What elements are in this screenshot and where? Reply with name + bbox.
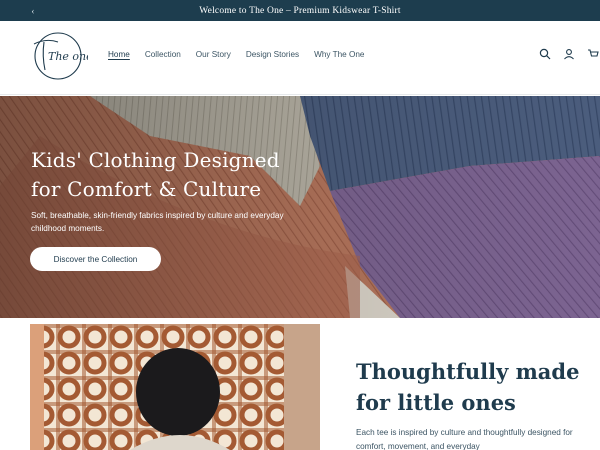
nav-item-our-story[interactable]: Our Story <box>196 50 231 59</box>
hero-title: Kids' Clothing Designed for Comfort & Cu… <box>31 146 321 204</box>
site-header: The one Home Collection Our Story Design… <box>0 21 600 95</box>
nav-item-collection[interactable]: Collection <box>145 50 181 59</box>
cart-icon[interactable] <box>586 47 600 61</box>
account-icon[interactable] <box>562 47 576 61</box>
hero-title-line-2: for Comfort & Culture <box>31 177 262 201</box>
hero-fabric-image <box>0 96 600 318</box>
hero-banner: Kids' Clothing Designed for Comfort & Cu… <box>0 96 600 318</box>
section-title: Thoughtfully made for little ones <box>356 356 586 418</box>
logo-text: The one <box>48 50 88 63</box>
section-body: Each tee is inspired by culture and thou… <box>356 428 573 450</box>
header-icons <box>538 47 600 61</box>
nav-item-home[interactable]: Home <box>108 50 130 59</box>
main-nav: Home Collection Our Story Design Stories… <box>108 50 364 59</box>
search-icon[interactable] <box>538 47 552 61</box>
discover-collection-button[interactable]: Discover the Collection <box>30 247 161 271</box>
announcement-bar: ‹ Welcome to The One – Premium Kidswear … <box>0 0 600 21</box>
child-lattice-photo <box>30 324 320 450</box>
hero-title-line-1: Kids' Clothing Designed <box>31 148 280 172</box>
announcement-text: Welcome to The One – Premium Kidswear T-… <box>199 5 401 16</box>
nav-item-why-the-one[interactable]: Why The One <box>314 50 364 59</box>
brand-logo[interactable]: The one <box>28 30 93 82</box>
nav-item-design-stories[interactable]: Design Stories <box>246 50 299 59</box>
section-title-line-1: Thoughtfully made <box>356 359 580 384</box>
hero-subtitle: Soft, breathable, skin-friendly fabrics … <box>31 211 284 233</box>
chevron-left-icon[interactable]: ‹ <box>25 0 41 21</box>
thoughtfully-made-section: Thoughtfully made for little ones Each t… <box>0 318 600 450</box>
section-title-line-2: for little ones <box>356 390 516 415</box>
